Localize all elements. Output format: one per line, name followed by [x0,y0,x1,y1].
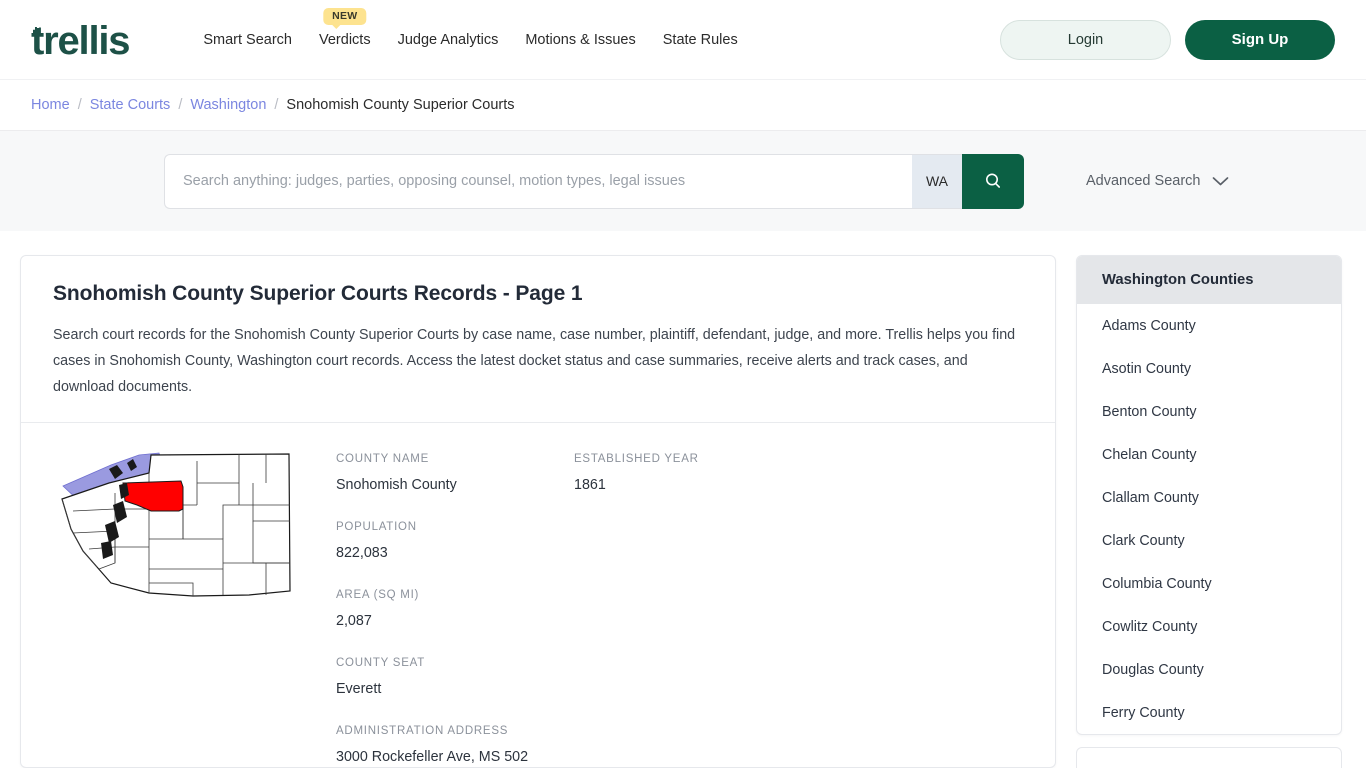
sidebar-item-benton-county[interactable]: Benton County [1077,390,1341,433]
sidebar-item-clallam-county[interactable]: Clallam County [1077,476,1341,519]
field-value: 1861 [574,477,606,493]
search-icon [986,173,1001,188]
page-title: Snohomish County Superior Courts Records… [53,282,583,305]
sidebar-item-adams-county[interactable]: Adams County [1077,304,1341,347]
field-row: ADMINISTRATION ADDRESS 3000 Rockefeller … [336,725,1023,768]
nav-item-motions-issues[interactable]: Motions & Issues [525,32,635,48]
breadcrumb-item-home[interactable]: Home [31,97,70,113]
nav-item-motions-issues-wrap: Motions & Issues [525,31,635,49]
signup-button[interactable]: Sign Up [1185,19,1335,60]
field-row: COUNTY SEAT Everett [336,657,1023,725]
washington-counties-card: Washington Counties Adams County Asotin … [1076,255,1342,735]
chevron-down-icon [1213,176,1229,185]
field-county-seat: COUNTY SEAT Everett [336,657,574,697]
search-input[interactable] [164,153,912,209]
breadcrumb-separator: / [77,97,82,113]
field-value: 822,083 [336,545,388,561]
sidebar-item-asotin-county[interactable]: Asotin County [1077,347,1341,390]
logo-text: trellis [31,18,131,63]
breadcrumb-item-washington[interactable]: Washington [190,97,266,113]
county-map [53,441,296,768]
field-label: POPULATION [336,521,417,533]
counties-sidebar: Washington Counties Adams County Asotin … [1076,255,1342,768]
county-records-card: Snohomish County Superior Courts Records… [20,255,1056,768]
nav-item-smart-search-wrap: Smart Search [203,31,292,49]
washington-county-map-icon [61,452,291,597]
primary-nav: Smart Search NEW Verdicts Judge Analytic… [203,7,738,49]
field-value: Snohomish County [336,477,457,493]
field-label: COUNTY SEAT [336,657,425,669]
nav-item-verdicts-wrap: NEW Verdicts [319,7,371,49]
sidebar-item-ferry-county[interactable]: Ferry County [1077,691,1341,734]
nav-item-state-rules[interactable]: State Rules [663,32,738,48]
card-header: Snohomish County Superior Courts Records… [21,256,1055,422]
breadcrumb-separator: / [274,97,279,113]
field-row: AREA (SQ MI) 2,087 [336,589,1023,657]
site-header: trellis Smart Search NEW Verdicts Judge … [0,0,1366,79]
nav-item-state-rules-wrap: State Rules [663,31,738,49]
login-button[interactable]: Login [1000,19,1171,60]
breadcrumb: Home / State Courts / Washington / Snoho… [0,79,1366,130]
search-section: WA Advanced Search [0,130,1366,231]
field-established-year: ESTABLISHED YEAR 1861 [574,453,812,493]
search-submit-button[interactable] [962,153,1024,209]
field-label: COUNTY NAME [336,453,430,465]
sidebar-item-cowlitz-county[interactable]: Cowlitz County [1077,605,1341,648]
field-value: Everett [336,681,382,697]
sidebar-title: Washington Counties [1077,256,1341,304]
page-body: Snohomish County Superior Courts Records… [0,231,1366,768]
breadcrumb-separator: / [178,97,183,113]
field-row: POPULATION 822,083 [336,521,1023,589]
field-row: COUNTY NAME Snohomish County ESTABLISHED… [336,453,1023,521]
sidebar-item-clark-county[interactable]: Clark County [1077,519,1341,562]
page-description: Search court records for the Snohomish C… [53,327,1016,395]
advanced-search-toggle[interactable]: Advanced Search [1086,173,1229,189]
header-actions: Login Sign Up [1000,19,1335,60]
field-population: POPULATION 822,083 [336,521,574,561]
nav-item-judge-analytics-wrap: Judge Analytics [398,31,499,49]
field-label: ADMINISTRATION ADDRESS [336,725,509,737]
breadcrumb-item-state-courts[interactable]: State Courts [90,97,171,113]
trellis-logo[interactable]: trellis [31,18,131,63]
sidebar-item-douglas-county[interactable]: Douglas County [1077,648,1341,691]
sidebar-item-chelan-county[interactable]: Chelan County [1077,433,1341,476]
sidebar-secondary-card [1076,747,1342,768]
field-value: 2,087 [336,613,372,629]
advanced-search-label: Advanced Search [1086,173,1201,189]
field-administration-address: ADMINISTRATION ADDRESS 3000 Rockefeller … [336,725,574,765]
field-label: AREA (SQ MI) [336,589,420,601]
nav-item-smart-search[interactable]: Smart Search [203,32,292,48]
nav-item-verdicts[interactable]: Verdicts [319,32,371,48]
field-label: ESTABLISHED YEAR [574,453,699,465]
new-badge: NEW [323,7,367,29]
field-county-name: COUNTY NAME Snohomish County [336,453,574,493]
search-bar: WA [164,153,1024,209]
county-details: COUNTY NAME Snohomish County ESTABLISHED… [21,423,1055,768]
sidebar-item-columbia-county[interactable]: Columbia County [1077,562,1341,605]
nav-item-judge-analytics[interactable]: Judge Analytics [398,32,499,48]
county-field-list: COUNTY NAME Snohomish County ESTABLISHED… [336,441,1023,768]
breadcrumb-item-current: Snohomish County Superior Courts [286,97,515,113]
field-value: 3000 Rockefeller Ave, MS 502 [336,749,529,765]
field-area: AREA (SQ MI) 2,087 [336,589,574,629]
state-selector-chip[interactable]: WA [912,153,962,209]
